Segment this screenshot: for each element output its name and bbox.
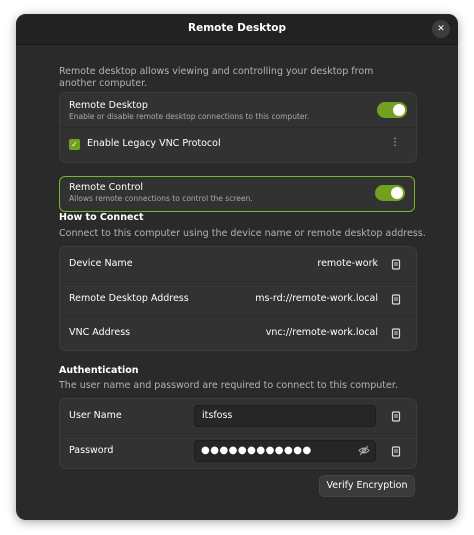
copy-icon[interactable] bbox=[391, 446, 401, 457]
remote-desktop-window: Remote Desktop ✕ Remote desktop allows v… bbox=[16, 14, 458, 520]
legacy-vnc-row: ✓ Enable Legacy VNC Protocol ⋮ bbox=[60, 128, 416, 162]
verify-encryption-button[interactable]: Verify Encryption bbox=[319, 475, 415, 497]
legacy-vnc-label: Enable Legacy VNC Protocol bbox=[87, 138, 221, 149]
remote-desktop-toggle[interactable] bbox=[377, 102, 407, 118]
sharing-group: Remote Desktop Enable or disable remote … bbox=[59, 92, 417, 163]
remote-desktop-row: Remote Desktop Enable or disable remote … bbox=[60, 93, 416, 127]
device-name-value: remote-work bbox=[317, 258, 378, 269]
remote-desktop-label: Remote Desktop bbox=[69, 100, 148, 111]
authentication-title: Authentication bbox=[59, 365, 139, 376]
password-field[interactable]: ●●●●●●●●●●●● bbox=[194, 440, 376, 462]
close-icon: ✕ bbox=[437, 24, 445, 34]
username-value: itsfoss bbox=[202, 410, 233, 421]
username-field[interactable]: itsfoss bbox=[194, 405, 376, 427]
eye-slash-icon[interactable] bbox=[358, 445, 370, 456]
copy-icon[interactable] bbox=[391, 411, 401, 422]
remote-desktop-address-row: Remote Desktop Address ms-rd://remote-wo… bbox=[60, 282, 416, 316]
username-label: User Name bbox=[69, 410, 122, 421]
password-label: Password bbox=[69, 445, 114, 456]
remote-desktop-address-value: ms-rd://remote-work.local bbox=[255, 293, 378, 304]
vnc-address-label: VNC Address bbox=[69, 327, 131, 338]
copy-icon[interactable] bbox=[391, 328, 401, 339]
copy-icon[interactable] bbox=[391, 294, 401, 305]
remote-control-toggle[interactable] bbox=[375, 185, 405, 201]
copy-icon[interactable] bbox=[391, 259, 401, 270]
authentication-group: User Name itsfoss Password ●●●●●●●●●●●● bbox=[59, 398, 417, 469]
more-options-icon[interactable]: ⋮ bbox=[390, 138, 400, 148]
intro-text: Remote desktop allows viewing and contro… bbox=[59, 66, 374, 89]
remote-control-row: Remote Control Allows remote connections… bbox=[59, 176, 415, 212]
close-button[interactable]: ✕ bbox=[432, 20, 450, 38]
vnc-address-row: VNC Address vnc://remote-work.local bbox=[60, 317, 416, 350]
authentication-description: The user name and password are required … bbox=[59, 380, 398, 391]
how-to-connect-description: Connect to this computer using the devic… bbox=[59, 228, 426, 239]
password-row: Password ●●●●●●●●●●●● bbox=[60, 434, 416, 468]
remote-control-label: Remote Control bbox=[69, 182, 144, 193]
vnc-address-value: vnc://remote-work.local bbox=[265, 327, 378, 338]
device-name-label: Device Name bbox=[69, 258, 133, 269]
title-bar: Remote Desktop ✕ bbox=[16, 14, 458, 45]
connection-info-group: Device Name remote-work Remote Desktop A… bbox=[59, 246, 417, 351]
username-row: User Name itsfoss bbox=[60, 399, 416, 433]
remote-control-description: Allows remote connections to control the… bbox=[69, 194, 253, 203]
legacy-vnc-checkbox[interactable]: ✓ bbox=[69, 139, 80, 150]
device-name-row: Device Name remote-work bbox=[60, 247, 416, 281]
remote-desktop-address-label: Remote Desktop Address bbox=[69, 293, 189, 304]
remote-desktop-description: Enable or disable remote desktop connect… bbox=[69, 112, 310, 121]
password-value: ●●●●●●●●●●●● bbox=[201, 445, 312, 456]
window-title: Remote Desktop bbox=[188, 22, 286, 34]
how-to-connect-title: How to Connect bbox=[59, 212, 144, 223]
